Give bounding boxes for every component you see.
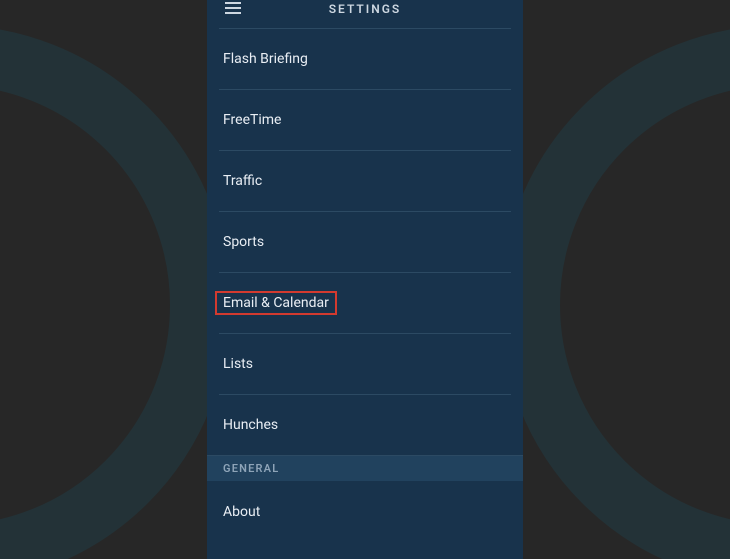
settings-item-about[interactable]: About bbox=[219, 481, 511, 542]
settings-item-label: Email & Calendar bbox=[223, 295, 329, 311]
settings-item-label: Hunches bbox=[223, 417, 278, 433]
section-header-general: GENERAL bbox=[207, 455, 523, 481]
settings-item-sports[interactable]: Sports bbox=[219, 211, 511, 272]
settings-item-email-calendar[interactable]: Email & Calendar bbox=[219, 272, 511, 333]
settings-list: Flash Briefing FreeTime Traffic Sports E… bbox=[207, 28, 523, 559]
settings-item-label: Flash Briefing bbox=[223, 51, 308, 67]
settings-item-traffic[interactable]: Traffic bbox=[219, 150, 511, 211]
settings-item-lists[interactable]: Lists bbox=[219, 333, 511, 394]
annotation-highlight-box: Email & Calendar bbox=[215, 291, 337, 315]
settings-item-freetime[interactable]: FreeTime bbox=[219, 89, 511, 150]
section-header-label: GENERAL bbox=[223, 462, 279, 475]
settings-item-label: FreeTime bbox=[223, 112, 281, 128]
settings-item-flash-briefing[interactable]: Flash Briefing bbox=[219, 28, 511, 89]
settings-item-label: Sports bbox=[223, 234, 264, 250]
settings-item-label: Lists bbox=[223, 356, 253, 372]
settings-item-hunches[interactable]: Hunches bbox=[219, 394, 511, 455]
background-swoosh-left bbox=[0, 25, 230, 559]
settings-item-label: About bbox=[223, 504, 260, 520]
settings-panel: SETTINGS Flash Briefing FreeTime Traffic… bbox=[207, 0, 523, 559]
hamburger-menu-icon[interactable] bbox=[223, 0, 243, 16]
settings-item-label: Traffic bbox=[223, 173, 262, 189]
app-header: SETTINGS bbox=[207, 0, 523, 28]
page-title: SETTINGS bbox=[217, 2, 513, 16]
background-swoosh-right bbox=[500, 25, 730, 559]
